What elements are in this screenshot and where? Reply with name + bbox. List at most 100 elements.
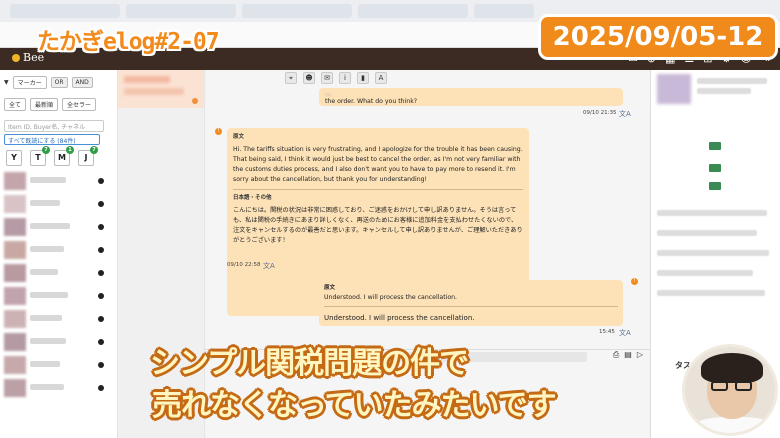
detail-row xyxy=(657,250,769,256)
subtitle-line-2: 売れなくなっていたみたいです xyxy=(152,388,557,423)
marker-filter[interactable]: マーカー xyxy=(12,76,47,89)
list-item[interactable] xyxy=(4,285,104,308)
status-dot xyxy=(98,247,104,253)
item-text xyxy=(30,246,64,252)
message-text: Understood. I will process the cancellat… xyxy=(324,294,458,301)
item-thumbnail xyxy=(4,172,26,190)
pin-icon[interactable]: ⌖ xyxy=(285,72,297,84)
message-text: the order. What do you think? xyxy=(325,98,418,105)
toggle-or[interactable]: OR xyxy=(50,77,68,88)
conversation-sidebar: ▼ マーカー OR AND 全て 最新順 全セラー Item ID, Buyer… xyxy=(0,70,118,438)
status-dot xyxy=(98,362,104,368)
list-item[interactable] xyxy=(4,354,104,377)
search-input[interactable]: Item ID, Buyer名, チャネル xyxy=(4,120,104,132)
select-sort[interactable]: 最新順 xyxy=(30,98,59,111)
template-icon[interactable]: ▤ xyxy=(624,350,632,360)
item-thumbnail xyxy=(4,310,26,328)
item-text xyxy=(30,223,70,229)
market-letter: J xyxy=(84,153,88,162)
marker-filter-row: ▼ マーカー OR AND xyxy=(4,76,93,89)
marketplace-filters: Y T7 M1 J7 xyxy=(6,146,98,166)
list-item[interactable] xyxy=(4,377,104,400)
status-badge xyxy=(709,164,721,172)
select-seller[interactable]: 全セラー xyxy=(62,98,97,111)
seller-avatar-icon: ! xyxy=(631,278,638,285)
browser-tab[interactable] xyxy=(242,4,352,18)
item-text xyxy=(30,338,66,344)
list-item[interactable] xyxy=(4,262,104,285)
message-timestamp: 09/10 21:35 xyxy=(583,110,617,116)
status-dot xyxy=(98,385,104,391)
list-item[interactable] xyxy=(4,331,104,354)
detail-row xyxy=(657,290,765,296)
status-dot xyxy=(98,178,104,184)
divider xyxy=(233,189,523,190)
item-text xyxy=(30,361,60,367)
status-dot xyxy=(98,339,104,345)
status-badge xyxy=(709,142,721,150)
market-y-button[interactable]: Y xyxy=(6,150,22,166)
browser-tab[interactable] xyxy=(10,4,120,18)
unread-dot xyxy=(192,98,198,104)
message-text-en: Hi. The tariffs situation is very frustr… xyxy=(233,146,523,183)
detail-row xyxy=(657,210,767,216)
date-banner: 2025/09/05-12 xyxy=(538,14,778,60)
count-badge: 7 xyxy=(90,146,98,154)
webcam-overlay xyxy=(682,344,778,436)
toggle-and[interactable]: AND xyxy=(71,77,93,88)
market-j-button[interactable]: J7 xyxy=(78,146,98,166)
market-letter: T xyxy=(35,153,41,162)
translate-icon[interactable]: 文A xyxy=(263,261,275,271)
item-thumbnail xyxy=(4,333,26,351)
item-subtitle xyxy=(697,88,751,94)
translate-icon[interactable]: A xyxy=(375,72,387,84)
market-t-button[interactable]: T7 xyxy=(30,146,50,166)
count-badge: 1 xyxy=(66,146,74,154)
item-text xyxy=(30,292,68,298)
trash-icon[interactable]: ▮ xyxy=(357,72,369,84)
translate-icon[interactable]: 文A xyxy=(619,109,631,119)
item-image xyxy=(657,74,691,104)
message-timestamp: 15:45 xyxy=(599,329,615,335)
sort-select-row: 全て 最新順 全セラー xyxy=(4,98,97,111)
browser-tab[interactable] xyxy=(358,4,468,18)
list-item[interactable] xyxy=(4,239,104,262)
market-m-button[interactable]: M1 xyxy=(54,146,74,166)
item-thumbnail xyxy=(4,264,26,282)
info-icon[interactable]: i xyxy=(339,72,351,84)
chat-toolbar: ⌖ ☻ ✉ i ▮ A xyxy=(285,72,387,84)
list-item[interactable] xyxy=(4,216,104,239)
item-text xyxy=(30,177,66,183)
status-badge xyxy=(709,182,721,190)
list-item[interactable] xyxy=(4,170,104,193)
item-thumbnail xyxy=(4,287,26,305)
vlog-title: たかぎelog#2-07 xyxy=(37,29,220,55)
translation-label: 日本語・その他 xyxy=(233,195,272,201)
list-item[interactable] xyxy=(4,193,104,216)
mail-icon[interactable]: ✉ xyxy=(321,72,333,84)
list-item[interactable] xyxy=(4,308,104,331)
printer-icon[interactable]: ⎙ xyxy=(613,350,619,360)
mark-all-read-button[interactable]: すべて既読にする (84件) xyxy=(4,134,100,145)
market-letter: Y xyxy=(11,153,17,162)
message-bubble-outgoing: ... the order. What do you think? xyxy=(319,88,623,106)
send-icon[interactable]: ▷ xyxy=(637,350,643,360)
browser-tab[interactable] xyxy=(126,4,236,18)
item-text xyxy=(124,88,184,95)
message-text: Understood. I will process the cancellat… xyxy=(324,314,475,322)
item-text xyxy=(124,76,170,83)
user-icon[interactable]: ☻ xyxy=(303,72,315,84)
detail-row xyxy=(657,230,757,236)
item-thumbnail xyxy=(4,356,26,374)
glasses-icon xyxy=(711,381,755,391)
selected-conversation[interactable] xyxy=(118,70,204,108)
select-status[interactable]: 全て xyxy=(4,98,27,111)
translate-icon[interactable]: 文A xyxy=(619,328,631,338)
browser-tab[interactable] xyxy=(474,4,534,18)
composer-actions: ⎙ ▤ ▷ xyxy=(613,350,643,360)
subtitle-line-1: シンプル関税問題の件で xyxy=(150,346,469,381)
item-thumbnail xyxy=(4,218,26,236)
status-dot xyxy=(98,224,104,230)
item-text xyxy=(30,315,62,321)
message-text-ja: こんにちは。関税の状況は非常に困惑しており、ご迷惑をおかけして申し訳ありません。… xyxy=(233,207,523,244)
